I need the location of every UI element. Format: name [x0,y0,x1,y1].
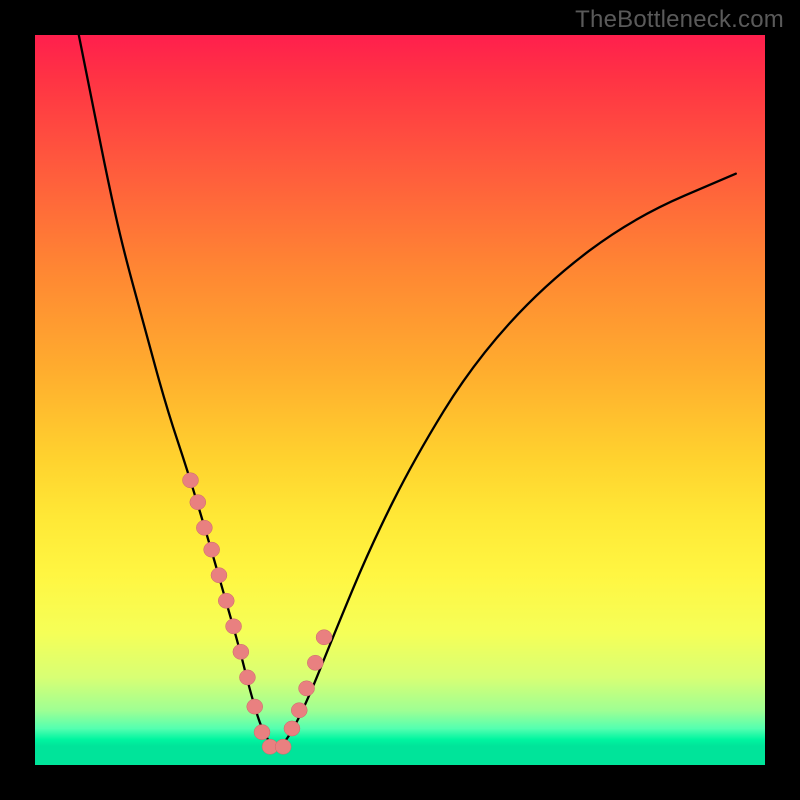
marker-point [226,619,242,634]
marker-point [275,739,291,754]
marker-point [218,593,234,608]
chart-svg [35,35,765,765]
marker-point [284,721,300,736]
marker-point [196,520,212,535]
marker-point [247,699,263,714]
watermark-text: TheBottleneck.com [575,6,784,34]
marker-point [233,644,249,659]
marker-point [239,670,255,685]
chart-frame: TheBottleneck.com [0,0,800,800]
marker-point [182,473,198,488]
marker-point [291,703,307,718]
marker-point [307,655,323,670]
marker-point [204,542,220,557]
plot-area [35,35,765,765]
marker-point [316,630,332,645]
marker-point [211,568,227,583]
marker-group [182,473,332,755]
marker-point [190,495,206,510]
bottleneck-curve-path [79,35,736,747]
marker-point [299,681,315,696]
marker-point [254,725,270,740]
